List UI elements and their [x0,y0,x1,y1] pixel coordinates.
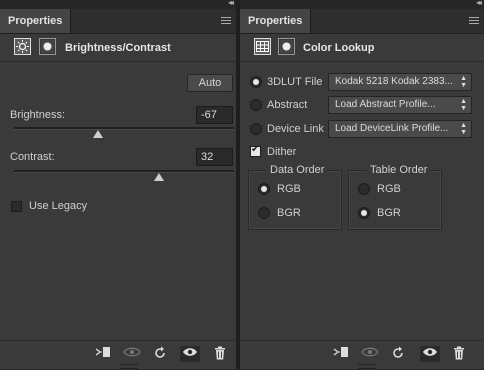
data-order-bgr-radio[interactable] [258,207,270,219]
table-order-title: Table Order [367,164,431,176]
adjustment-header: Color Lookup [240,34,484,62]
contrast-slider-thumb[interactable] [154,173,165,181]
contrast-label: Contrast: [10,151,55,163]
view-previous-state-icon[interactable] [122,346,142,362]
abstract-profile-value: Load Abstract Profile... [335,99,436,110]
table-order-rgb-radio[interactable] [358,183,370,195]
brightness-slider-thumb[interactable] [92,130,103,138]
color-lookup-adjustment-icon[interactable] [254,38,271,55]
contrast-slider-track[interactable] [14,170,234,173]
delete-icon[interactable] [210,346,230,362]
abstract-profile-dropdown[interactable]: Load Abstract Profile... ▲ ▼ [328,96,472,114]
panel-top-strip: ◂◂ [240,0,484,9]
resize-grip[interactable] [120,364,138,369]
dropdown-arrow-icon: ▲ ▼ [460,75,467,89]
auto-button[interactable]: Auto [187,74,233,92]
panel-menu-icon[interactable] [221,17,231,25]
3dlut-file-label: 3DLUT File [267,76,323,88]
tab-properties[interactable]: Properties [240,9,312,33]
table-order-bgr-radio[interactable] [358,207,370,219]
data-order-title: Data Order [267,164,328,176]
brightness-slider-track[interactable] [14,127,234,130]
dither-checkbox[interactable] [250,144,261,157]
devicelink-profile-value: Load DeviceLink Profile... [335,123,449,134]
brightness-label: Brightness: [10,109,66,121]
reset-icon[interactable] [150,346,170,362]
dither-label: Dither [267,146,297,158]
abstract-label: Abstract [267,99,308,111]
clip-to-layer-icon[interactable] [331,346,351,362]
table-order-bgr-label: BGR [377,207,401,219]
use-legacy-checkbox[interactable] [11,201,22,212]
table-order-group [348,170,442,230]
brightness-input[interactable]: -67 [196,106,233,124]
view-previous-state-icon[interactable] [360,346,380,362]
panel-top-strip: ◂◂ [0,0,236,9]
panel-footer [0,340,236,370]
collapse-panel-icon[interactable]: ◂◂ [476,0,482,7]
device-link-label: Device Link [267,123,324,135]
panel-menu-icon[interactable] [469,17,479,25]
3dlut-file-dropdown[interactable]: Kodak 5218 Kodak 2383... ▲ ▼ [328,73,472,91]
use-legacy-label: Use Legacy [29,200,88,212]
adjustment-header: Brightness/Contrast [0,34,236,62]
data-order-group [248,170,342,230]
layer-mask-icon[interactable] [39,38,56,55]
device-link-radio[interactable] [250,123,262,135]
collapse-panel-icon[interactable]: ◂◂ [228,0,234,7]
data-order-rgb-label: RGB [277,183,301,195]
delete-icon[interactable] [449,346,469,362]
adjustment-title: Color Lookup [303,42,375,54]
brightness-contrast-properties-panel: ◂◂ Properties Brightness/Contrast Auto B… [0,0,236,369]
clip-to-layer-icon[interactable] [93,346,113,362]
tab-properties[interactable]: Properties [0,9,72,33]
adjustment-title: Brightness/Contrast [65,42,171,54]
layer-mask-icon[interactable] [278,38,295,55]
abstract-radio[interactable] [250,99,262,111]
data-order-rgb-radio[interactable] [258,183,270,195]
resize-grip[interactable] [358,364,376,369]
panel-footer [240,340,484,370]
brightness-adjustment-icon[interactable] [14,38,31,55]
table-order-rgb-label: RGB [377,183,401,195]
dropdown-arrow-icon: ▲ ▼ [460,98,467,112]
3dlut-file-radio[interactable] [250,76,262,88]
data-order-bgr-label: BGR [277,207,301,219]
reset-icon[interactable] [388,346,408,362]
contrast-input[interactable]: 32 [196,148,233,166]
3dlut-file-value: Kodak 5218 Kodak 2383... [335,76,453,87]
dropdown-arrow-icon: ▲ ▼ [460,122,467,136]
panel-tab-bar: Properties [0,9,236,34]
visibility-icon[interactable] [420,346,440,362]
devicelink-profile-dropdown[interactable]: Load DeviceLink Profile... ▲ ▼ [328,120,472,138]
panel-tab-bar: Properties [240,9,484,34]
visibility-icon[interactable] [180,346,200,362]
color-lookup-properties-panel: ◂◂ Properties Color Lookup 3DLUT File Ko… [240,0,484,369]
